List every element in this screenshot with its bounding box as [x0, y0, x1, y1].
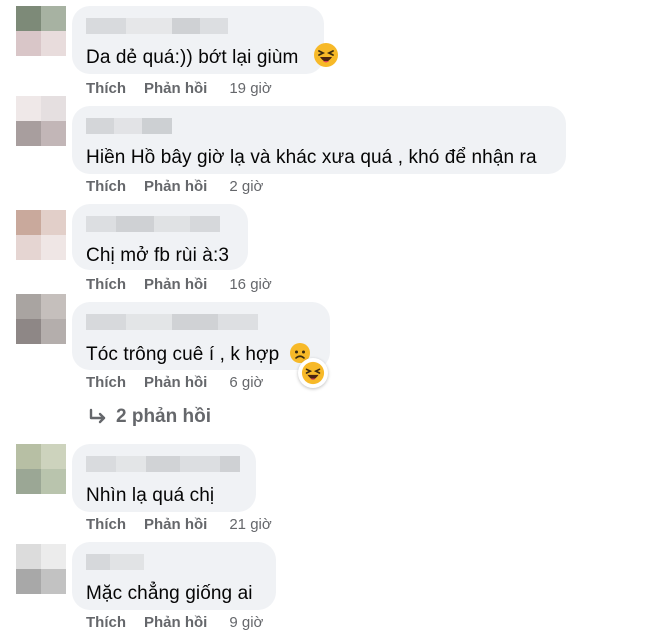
laughing-face-icon	[301, 361, 325, 385]
blurred-author-name[interactable]	[86, 314, 316, 330]
reaction-badge[interactable]	[298, 358, 328, 388]
avatar[interactable]	[16, 210, 66, 260]
blurred-author-name[interactable]	[86, 216, 234, 232]
like-button[interactable]: Thích	[86, 614, 126, 632]
comment-actions: Thích Phản hồi 2 giờ	[86, 178, 263, 196]
reply-button[interactable]: Phản hồi	[144, 178, 207, 196]
reply-button[interactable]: Phản hồi	[144, 516, 207, 534]
comment-text: Mặc chẳng giống ai	[86, 583, 253, 604]
comment-text: Hiền Hồ bây giờ lạ và khác xưa quá , khó…	[86, 147, 537, 168]
comment-bubble: Mặc chẳng giống ai	[72, 542, 276, 610]
comment-actions: Thích Phản hồi 9 giờ	[86, 614, 263, 632]
comment-actions: Thích Phản hồi 6 giờ	[86, 374, 263, 392]
blurred-author-name[interactable]	[86, 456, 242, 472]
timestamp[interactable]: 21 giờ	[229, 516, 271, 534]
avatar[interactable]	[16, 294, 66, 344]
avatar[interactable]	[16, 96, 66, 146]
comment-bubble: Hiền Hồ bây giờ lạ và khác xưa quá , khó…	[72, 106, 566, 174]
like-button[interactable]: Thích	[86, 178, 126, 196]
timestamp[interactable]: 6 giờ	[229, 374, 263, 392]
blurred-author-name[interactable]	[86, 118, 552, 134]
comment-text: Da dẻ quá:)) bớt lại giùm	[86, 47, 299, 68]
reply-arrow-icon	[89, 408, 106, 424]
blurred-author-name[interactable]	[86, 18, 310, 34]
timestamp[interactable]: 9 giờ	[229, 614, 263, 632]
comment-bubble: Tóc trông cuê í , k hợp	[72, 302, 330, 370]
reply-button[interactable]: Phản hồi	[144, 80, 207, 98]
blurred-author-name[interactable]	[86, 554, 262, 570]
comment-bubble: Nhìn lạ quá chị	[72, 444, 256, 512]
view-replies-label: 2 phản hồi	[116, 406, 211, 427]
timestamp[interactable]: 2 giờ	[229, 178, 263, 196]
avatar[interactable]	[16, 6, 66, 56]
like-button[interactable]: Thích	[86, 374, 126, 392]
comment-actions: Thích Phản hồi 21 giờ	[86, 516, 272, 534]
like-button[interactable]: Thích	[86, 276, 126, 294]
comment-bubble: Da dẻ quá:)) bớt lại giùm	[72, 6, 324, 74]
laughing-face-icon	[314, 43, 338, 67]
comment-text-content: Tóc trông cuê í , k hợp	[86, 344, 280, 365]
avatar[interactable]	[16, 544, 66, 594]
timestamp[interactable]: 16 giờ	[229, 276, 271, 294]
reply-button[interactable]: Phản hồi	[144, 374, 207, 392]
reply-button[interactable]: Phản hồi	[144, 276, 207, 294]
view-replies-link[interactable]: 2 phản hồi	[88, 406, 211, 428]
comment-actions: Thích Phản hồi 16 giờ	[86, 276, 272, 294]
reply-button[interactable]: Phản hồi	[144, 614, 207, 632]
comment-actions: Thích Phản hồi 19 giờ	[86, 80, 272, 98]
comment-bubble: Chị mở fb rùi à:3	[72, 204, 248, 270]
avatar[interactable]	[16, 444, 66, 494]
comment-text: Chị mở fb rùi à:3	[86, 245, 229, 266]
comment-text: Nhìn lạ quá chị	[86, 485, 215, 506]
comment-text: Tóc trông cuê í , k hợp	[86, 342, 316, 367]
like-button[interactable]: Thích	[86, 80, 126, 98]
like-button[interactable]: Thích	[86, 516, 126, 534]
timestamp[interactable]: 19 giờ	[229, 80, 271, 98]
